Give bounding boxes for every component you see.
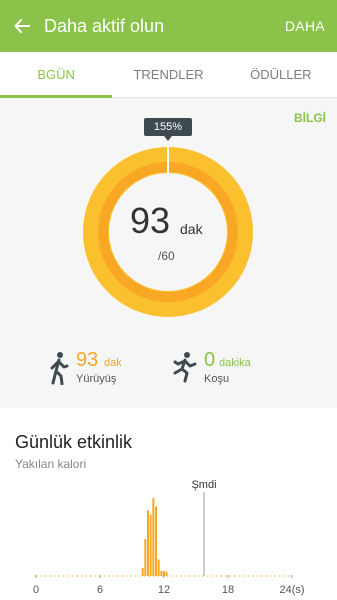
more-button[interactable]: DAHA bbox=[285, 18, 325, 34]
info-button[interactable]: BİLGİ bbox=[294, 111, 326, 125]
tab-today[interactable]: BGÜN bbox=[0, 52, 113, 98]
daily-activity-section: Günlük etkinlik Yakılan kalori Şmdi 0 6 12… bbox=[0, 408, 337, 600]
summary-card: BİLGİ 155% 93 dak /60 93 dak Yürüyüş 0 d bbox=[0, 99, 337, 407]
active-minutes-unit: dak bbox=[180, 221, 203, 237]
section-title: Günlük etkinlik bbox=[15, 432, 133, 452]
walking-label: Yürüyüş bbox=[76, 373, 117, 385]
chart-bar bbox=[165, 571, 168, 576]
arrow-left-icon bbox=[14, 19, 30, 33]
chart-bar bbox=[155, 506, 157, 576]
app-bar: Daha aktif olun DAHA bbox=[0, 0, 337, 52]
walking-icon bbox=[50, 352, 69, 385]
page-title: Daha aktif olun bbox=[44, 15, 165, 36]
walking-unit: dak bbox=[104, 357, 122, 369]
section-subtitle: Yakılan kalori bbox=[15, 457, 87, 471]
tab-bar: BGÜN TRENDLER ÖDÜLLER bbox=[0, 52, 337, 98]
percent-badge: 155% bbox=[144, 118, 192, 141]
x-tick-label: 12 bbox=[158, 584, 170, 596]
goal-value: /60 bbox=[158, 249, 175, 263]
walking-value: 93 bbox=[76, 349, 99, 371]
back-button[interactable] bbox=[0, 0, 44, 52]
x-tick-label: 24(s) bbox=[279, 584, 304, 596]
chart-bar bbox=[152, 498, 155, 576]
chart-bar bbox=[147, 510, 149, 576]
chart-bar bbox=[160, 571, 163, 576]
running-icon bbox=[173, 352, 197, 383]
chart-bar bbox=[144, 539, 147, 576]
running-label: Koşu bbox=[204, 373, 230, 385]
active-minutes-value: 93 bbox=[130, 200, 171, 241]
ticks-group: 0 6 12 18 24(s) bbox=[33, 575, 305, 596]
chart-bar bbox=[149, 514, 152, 576]
calorie-chart: Şmdi 0 6 12 18 24(s) bbox=[33, 479, 305, 596]
x-tick-label: 6 bbox=[97, 584, 103, 596]
tab-rewards[interactable]: ÖDÜLLER bbox=[225, 52, 337, 97]
chart-bar bbox=[141, 567, 144, 576]
app-screen: Daha aktif olun DAHA BGÜN TRENDLER ÖDÜLL… bbox=[0, 0, 337, 600]
now-label: Şmdi bbox=[191, 479, 216, 491]
x-tick-label: 0 bbox=[33, 584, 39, 596]
x-tick-label: 18 bbox=[222, 584, 234, 596]
running-unit: dakika bbox=[219, 357, 251, 369]
chart-bar bbox=[157, 559, 160, 576]
running-value: 0 bbox=[204, 349, 216, 371]
bars-group bbox=[141, 498, 168, 576]
tab-trends[interactable]: TRENDLER bbox=[112, 52, 224, 97]
